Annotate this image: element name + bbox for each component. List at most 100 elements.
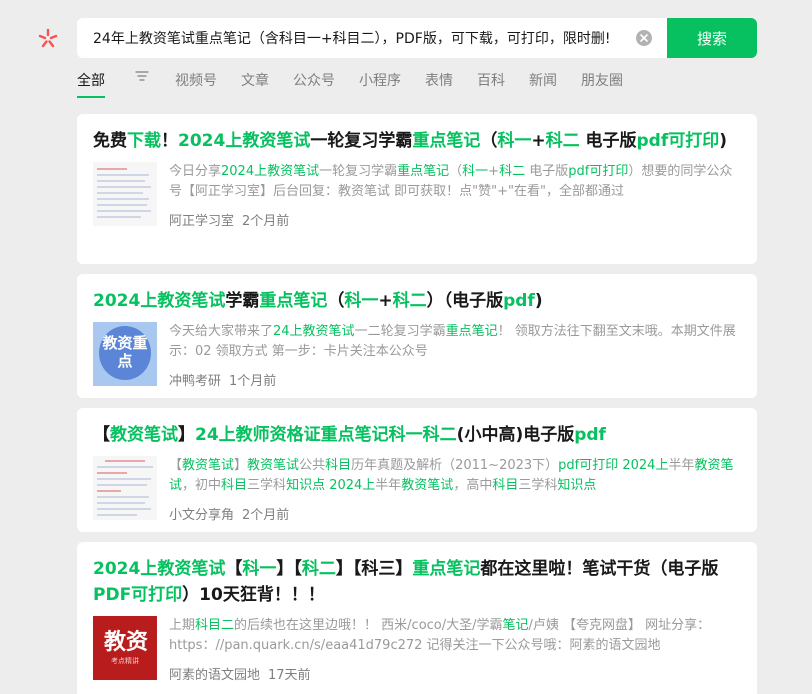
highlighted-text: 教资笔试 <box>110 425 178 445</box>
result-meta: 冲鸭考研 1个月前 <box>169 370 741 389</box>
highlighted-text: 科一 <box>344 291 379 311</box>
text-segment: 一轮复习学霸 <box>319 164 398 179</box>
highlighted-text: 科二 <box>392 291 427 311</box>
highlighted-text: 科二 <box>499 164 526 179</box>
text-segment: 【 <box>169 458 183 473</box>
highlighted-text: 重点笔记 <box>259 291 328 311</box>
result-card[interactable]: 【教资笔试】24上教师资格证重点笔记科一科二(小中高)电子版pdf 【教资笔试】… <box>77 408 757 532</box>
result-source[interactable]: 冲鸭考研 <box>169 374 221 389</box>
result-title[interactable]: 2024上教资笔试【科一】【科二】【科三】重点笔记都在这里啦！笔试干货（电子版 P… <box>93 556 733 608</box>
result-snippet: 今日分享2024上教资笔试一轮复习学霸重点笔记（科一+科二 电子版pdf可打印）… <box>169 162 741 202</box>
text-segment: 【 <box>93 425 110 445</box>
text-segment: 上期 <box>169 618 196 633</box>
tab-stickers[interactable]: 表情 <box>425 70 453 92</box>
result-source[interactable]: 小文分享角 <box>169 508 234 523</box>
result-title[interactable]: 【教资笔试】24上教师资格证重点笔记科一科二(小中高)电子版pdf <box>93 422 733 448</box>
text-segment: 都在这里啦！笔试干货（电子版 <box>480 559 719 579</box>
tab-articles[interactable]: 文章 <box>241 70 269 92</box>
thumbnail-text: 教资重点 <box>102 334 148 370</box>
highlighted-text: 2024上教资笔试 <box>93 291 226 311</box>
text-segment: 历年真题及解析（2011~2023下） <box>351 458 559 473</box>
highlighted-text: 2024上教资笔试 <box>178 131 311 151</box>
result-meta: 小文分享角 2个月前 <box>169 504 741 523</box>
highlighted-text: 知识点 <box>557 478 597 493</box>
text-segment: 电子版 <box>579 131 637 151</box>
text-segment: 】 <box>178 425 195 445</box>
text-segment: 学霸 <box>225 291 260 311</box>
tab-mini-programs[interactable]: 小程序 <box>359 70 401 92</box>
text-segment: （ <box>449 164 463 179</box>
text-segment: 半年 <box>375 478 402 493</box>
text-segment: ！ <box>161 131 178 151</box>
result-time: 1个月前 <box>229 374 277 389</box>
text-segment: 公共 <box>299 458 326 473</box>
tab-news[interactable]: 新闻 <box>529 70 557 92</box>
text-segment: ）（电子版 <box>426 291 504 311</box>
tab-encyclopedia[interactable]: 百科 <box>477 70 505 92</box>
text-segment: ) <box>719 131 728 151</box>
tab-official-accounts[interactable]: 公众号 <box>293 70 335 92</box>
result-snippet: 今天给大家带来了24上教资笔试一二轮复习学霸重点笔记！ 领取方法往下翻至文末哦。… <box>169 322 741 362</box>
filter-icon[interactable] <box>135 70 149 82</box>
tab-moments[interactable]: 朋友圈 <box>581 70 623 92</box>
result-title[interactable]: 2024上教资笔试学霸重点笔记（科一+科二）（电子版pdf) <box>93 288 733 314</box>
result-snippet: 上期科目二的后续也在这里边哦！！ 西米/coco/大圣/学霸笔记/卢姨 【夸克网… <box>169 616 741 656</box>
text-segment: 今日分享 <box>169 164 222 179</box>
text-segment: 今天给大家带来了 <box>169 324 274 339</box>
text-segment: ，高中 <box>453 478 493 493</box>
highlighted-text: 24上教资笔试 <box>273 324 355 339</box>
result-source[interactable]: 阿素的语文园地 <box>169 668 260 683</box>
text-segment: ) <box>534 291 543 311</box>
highlighted-text: 科目二 <box>195 618 235 633</box>
highlighted-text: 科目 <box>492 478 519 493</box>
highlighted-text: 科一 <box>242 559 277 579</box>
text-segment: 的后续也在这里边哦！！ 西米/coco/大圣/学霸 <box>234 618 503 633</box>
text-segment: 【 <box>225 559 243 579</box>
text-segment: + <box>531 131 546 151</box>
highlighted-text: 教资笔试 <box>401 478 454 493</box>
thumbnail-text: 教资 <box>103 630 148 655</box>
result-thumbnail: 教资重点 <box>93 322 157 386</box>
text-segment: + <box>378 291 393 311</box>
highlighted-text: 科目 <box>325 458 352 473</box>
highlighted-text: 科一 <box>462 164 489 179</box>
result-card[interactable]: 免费下载！2024上教资笔试一轮复习学霸重点笔记（科一+科二 电子版pdf可打印… <box>77 114 757 264</box>
search-bar: 搜索 <box>77 18 757 58</box>
highlighted-text: 教资笔试 <box>247 458 300 473</box>
highlighted-text: 重点笔记 <box>412 131 481 151</box>
tab-all[interactable]: 全部 <box>77 70 105 98</box>
search-button[interactable]: 搜索 <box>667 18 757 58</box>
text-segment: （ <box>480 131 498 151</box>
highlighted-text: pdf <box>574 425 606 445</box>
highlighted-text: PDF可打印 <box>93 585 183 605</box>
tab-video[interactable]: 视频号 <box>175 70 217 92</box>
category-tabs: 全部 视频号 文章 公众号 小程序 表情 百科 新闻 朋友圈 <box>77 70 647 98</box>
text-segment: 电子版 <box>525 164 569 179</box>
highlighted-text: 下载 <box>127 131 161 151</box>
text-segment: 】 <box>234 458 248 473</box>
highlighted-text: 24上教师资格证重点笔记科一科二 <box>195 425 457 445</box>
result-time: 2个月前 <box>242 214 290 229</box>
highlighted-text: 重点笔记 <box>445 324 498 339</box>
highlighted-text: pdf可打印 <box>568 164 629 179</box>
text-segment: 三学科 <box>247 478 287 493</box>
highlighted-text: 科二 <box>301 559 336 579</box>
thumbnail-subtext: 考点精讲 <box>111 657 139 665</box>
result-meta: 阿素的语文园地 17天前 <box>169 664 741 683</box>
highlighted-text: 科目 <box>221 478 248 493</box>
text-segment: 半年 <box>668 458 695 473</box>
result-card[interactable]: 2024上教资笔试学霸重点笔记（科一+科二）（电子版pdf) 教资重点 今天给大… <box>77 274 757 398</box>
text-segment: ）10天狂背！！！ <box>182 585 325 605</box>
text-segment: 】【科三】 <box>335 559 413 579</box>
search-logo-icon <box>38 28 58 48</box>
result-source[interactable]: 阿正学习室 <box>169 214 234 229</box>
text-segment: (小中高)电子版 <box>456 425 575 445</box>
clear-search-icon[interactable] <box>636 30 652 46</box>
text-segment: + <box>488 164 500 179</box>
highlighted-text: pdf可打印 <box>636 131 720 151</box>
search-input[interactable] <box>77 18 667 58</box>
result-title[interactable]: 免费下载！2024上教资笔试一轮复习学霸重点笔记（科一+科二 电子版pdf可打印… <box>93 128 733 154</box>
highlighted-text: 教资笔试 <box>182 458 235 473</box>
result-meta: 阿正学习室 2个月前 <box>169 210 741 229</box>
result-card[interactable]: 2024上教资笔试【科一】【科二】【科三】重点笔记都在这里啦！笔试干货（电子版 P… <box>77 542 757 694</box>
